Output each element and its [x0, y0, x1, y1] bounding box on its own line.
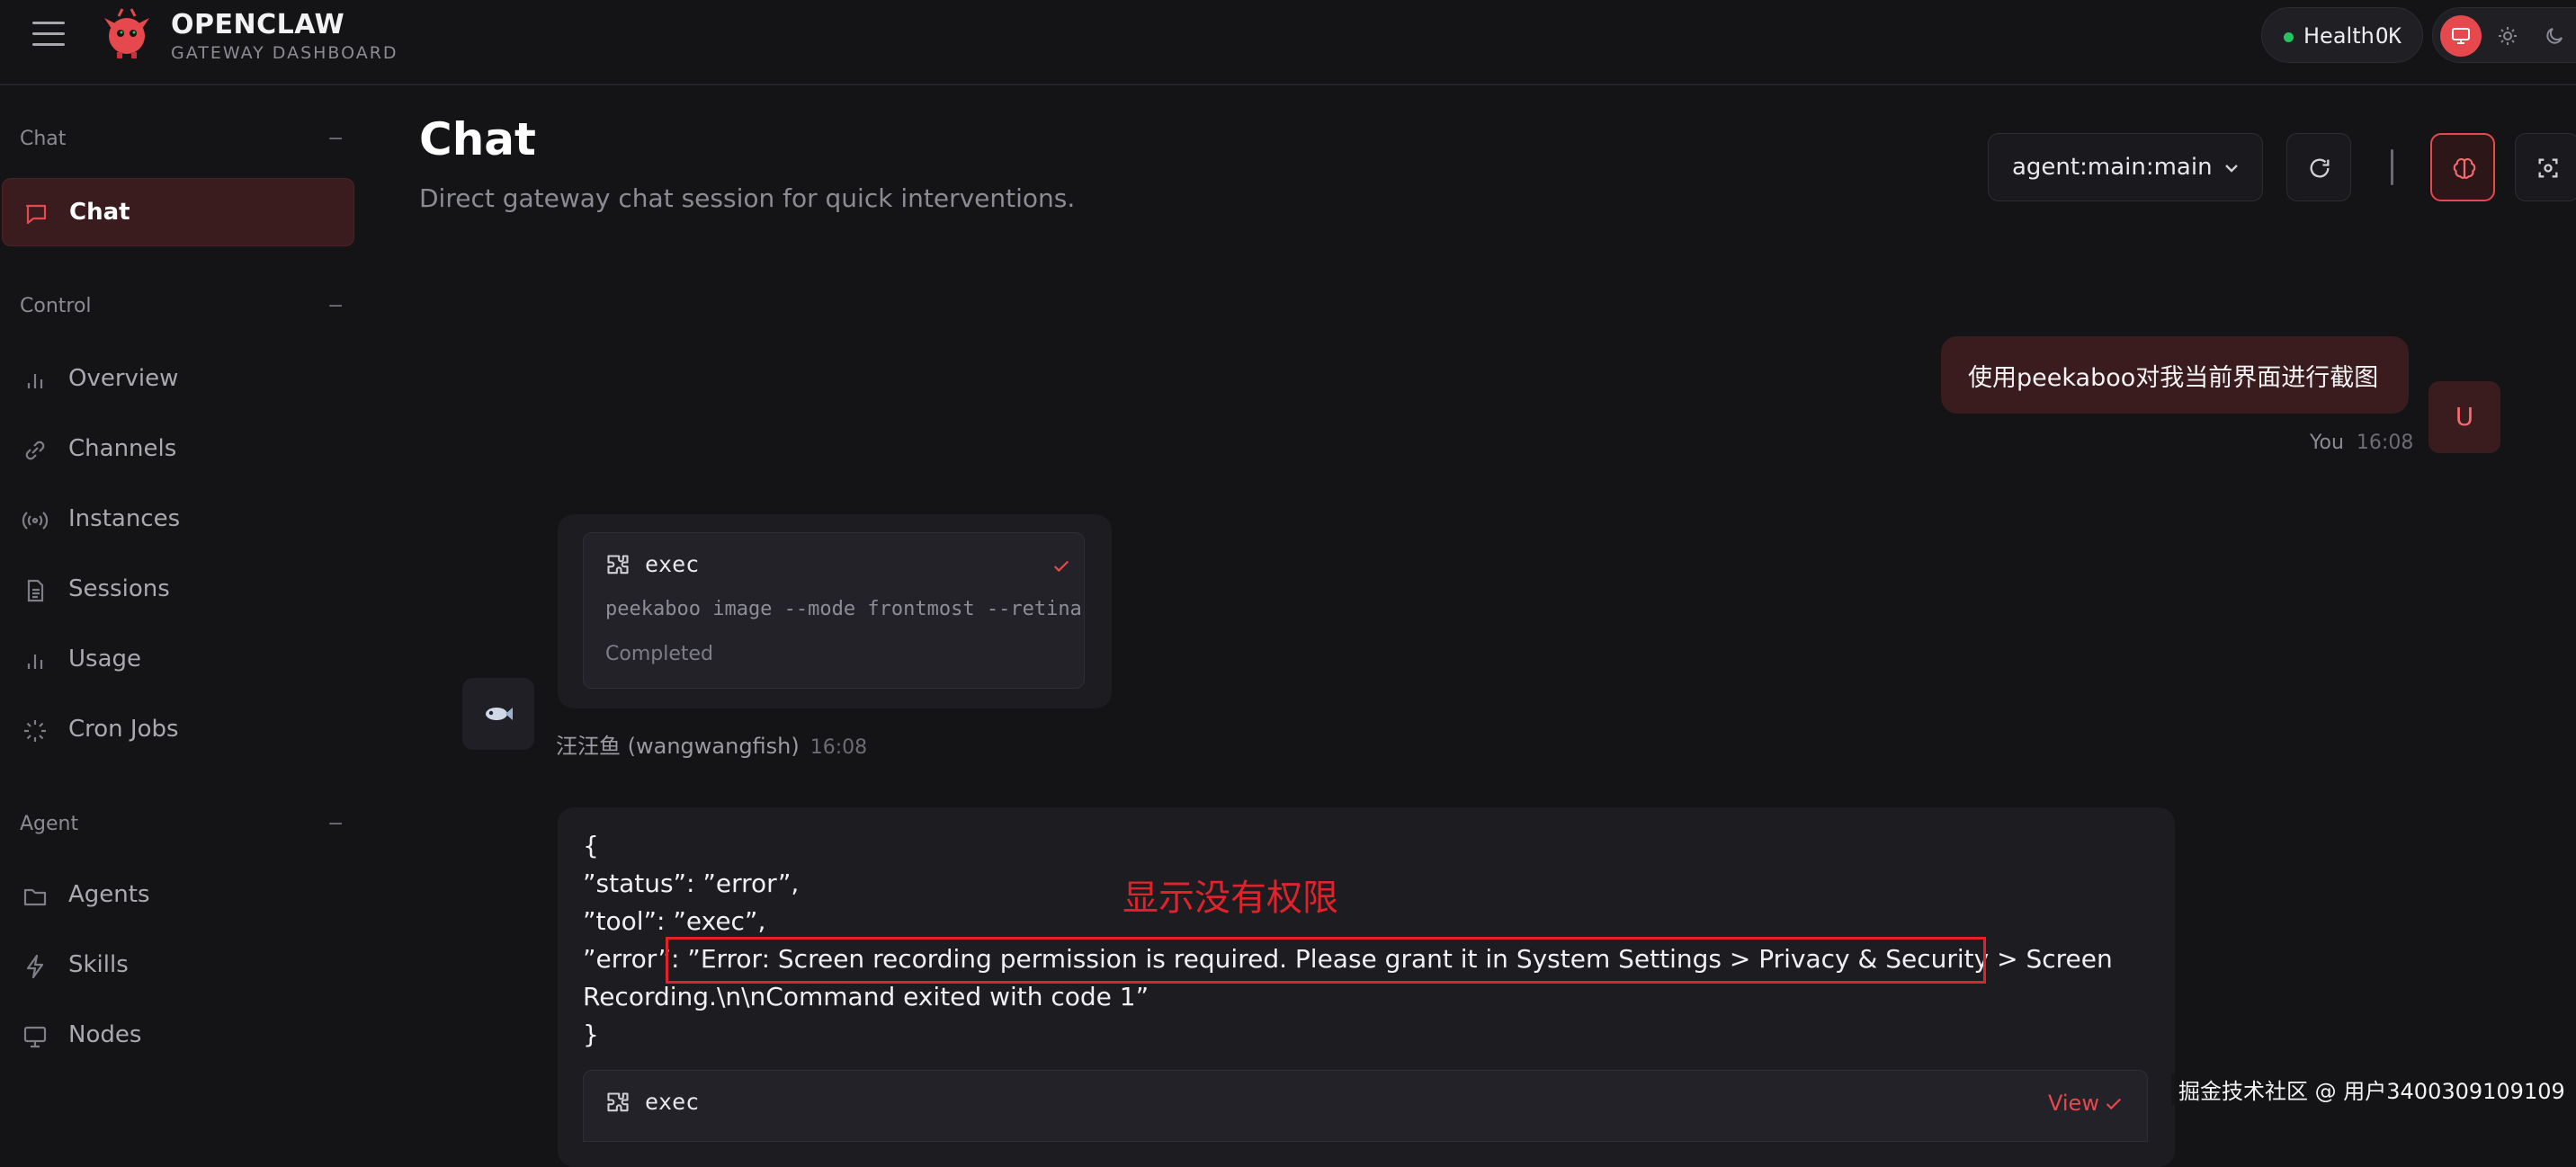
- refresh-icon: [2310, 158, 2330, 178]
- tool-name: exec: [645, 1089, 700, 1115]
- zap-icon: [26, 954, 44, 979]
- section-title-agent[interactable]: Agent: [20, 813, 78, 835]
- sidebar-item-label: Channels: [68, 435, 177, 462]
- annotation-highlight-box: [666, 937, 1986, 984]
- result-line: }: [583, 1020, 599, 1049]
- assistant-message-bubble: exec peekaboo image --mode frontmost --r…: [558, 514, 1112, 708]
- sidebar-item-label: Sessions: [68, 575, 170, 602]
- moon-icon: [2546, 28, 2563, 44]
- tool-command: peekaboo image --mode frontmost --retina: [605, 598, 1082, 620]
- tool-name: exec: [645, 551, 700, 577]
- folder-icon: [23, 888, 47, 906]
- sidebar-item-sessions[interactable]: Sessions: [2, 556, 354, 624]
- user-avatar: U: [2428, 381, 2500, 453]
- brand-title: OPENCLAW: [171, 9, 345, 40]
- page-subtitle: Direct gateway chat session for quick in…: [419, 183, 1076, 213]
- file-icon: [27, 579, 44, 602]
- sidebar-item-label: Instances: [68, 505, 181, 532]
- thinking-toggle-button[interactable]: [2430, 133, 2495, 201]
- collapse-agent-icon[interactable]: −: [327, 813, 344, 835]
- chevron-down-icon: [2225, 165, 2238, 173]
- sidebar-item-label: Agents: [68, 881, 150, 908]
- sidebar-item-skills[interactable]: Skills: [2, 931, 354, 1000]
- refresh-button[interactable]: [2286, 133, 2351, 201]
- sidebar-item-channels[interactable]: Channels: [2, 415, 354, 484]
- watermark: 掘金技术社区 @ 用户3400309109109: [2171, 1073, 2572, 1105]
- sidebar-item-overview[interactable]: Overview: [2, 345, 354, 414]
- user-message-text: 使用peekaboo对我当前界面进行截图: [1968, 364, 2379, 392]
- result-line: {: [583, 831, 599, 860]
- view-link[interactable]: View: [2048, 1091, 2099, 1116]
- result-line: ”status”: ”error”,: [583, 869, 800, 898]
- assistant-sender-name: 汪汪鱼 (wangwangfish): [556, 734, 800, 759]
- user-message-bubble: 使用peekaboo对我当前界面进行截图: [1941, 336, 2409, 414]
- bar-chart-icon: [27, 655, 43, 669]
- radio-icon: [22, 512, 49, 530]
- result-line: ”tool”: ”exec”,: [583, 906, 766, 936]
- sidebar-item-chat[interactable]: Chat: [2, 178, 354, 246]
- sidebar: Chat − Chat Control − Overview Channels …: [0, 86, 360, 1129]
- sidebar-item-instances[interactable]: Instances: [2, 486, 354, 554]
- loader-icon: [24, 720, 46, 742]
- monitor-icon: [2452, 28, 2470, 44]
- puzzle-icon: [607, 555, 629, 575]
- menu-icon[interactable]: [32, 22, 65, 49]
- fish-icon: [486, 708, 513, 720]
- toolbar-divider: [2391, 149, 2393, 185]
- user-message-meta: You 16:08: [2310, 432, 2413, 454]
- theme-dark-button[interactable]: [2534, 15, 2575, 57]
- health-value: OK: [2375, 23, 2402, 49]
- sidebar-item-label: Nodes: [68, 1021, 142, 1048]
- focus-mode-button[interactable]: [2515, 133, 2576, 201]
- health-label: Health: [2303, 23, 2375, 49]
- theme-switcher: [2432, 7, 2576, 63]
- health-status-badge[interactable]: Health OK: [2261, 7, 2423, 63]
- brand-subtitle: GATEWAY DASHBOARD: [171, 43, 398, 63]
- assistant-message-meta: 汪汪鱼 (wangwangfish) 16:08: [556, 728, 867, 760]
- section-title-chat[interactable]: Chat: [20, 128, 66, 150]
- sidebar-item-usage[interactable]: Usage: [2, 626, 354, 694]
- collapse-control-icon[interactable]: −: [327, 295, 344, 317]
- tool-call-card[interactable]: exec peekaboo image --mode frontmost --r…: [583, 532, 1085, 689]
- session-select-value: agent:main:main: [2012, 154, 2213, 181]
- assistant-message-time: 16:08: [809, 736, 868, 759]
- top-bar: OPENCLAW GATEWAY DASHBOARD Health OK: [0, 0, 2576, 85]
- focus-icon: [2538, 158, 2558, 178]
- link-icon: [25, 441, 45, 460]
- section-title-control[interactable]: Control: [20, 295, 92, 317]
- theme-light-button[interactable]: [2487, 15, 2528, 57]
- brain-icon: [2453, 158, 2476, 179]
- sun-icon: [2499, 27, 2517, 45]
- check-icon: [2106, 1098, 2122, 1110]
- check-icon: [1053, 560, 1069, 573]
- chat-icon: [25, 204, 47, 225]
- theme-system-button[interactable]: [2440, 15, 2482, 57]
- sidebar-item-nodes[interactable]: Nodes: [2, 1002, 354, 1070]
- user-sender-name: You: [2310, 432, 2344, 454]
- exec-tool-card[interactable]: exec View: [583, 1070, 2148, 1142]
- annotation-label: 显示没有权限: [1123, 877, 1338, 919]
- sidebar-item-label: Overview: [68, 365, 179, 392]
- sidebar-item-cron-jobs[interactable]: Cron Jobs: [2, 696, 354, 764]
- health-dot-icon: [2284, 32, 2294, 42]
- sidebar-item-agents[interactable]: Agents: [2, 861, 354, 930]
- sidebar-item-label: Usage: [68, 646, 142, 673]
- page-title: Chat: [419, 113, 536, 165]
- user-message-time: 16:08: [2356, 432, 2414, 454]
- sidebar-item-label: Chat: [69, 199, 130, 226]
- collapse-chat-icon[interactable]: −: [327, 128, 344, 150]
- result-line: Recording.\n\nCommand exited with code 1…: [583, 982, 1149, 1011]
- sidebar-item-label: Skills: [68, 951, 129, 978]
- puzzle-icon: [607, 1092, 629, 1112]
- assistant-avatar: [462, 678, 534, 750]
- openclaw-logo-icon: [104, 8, 149, 58]
- tool-status: Completed: [605, 643, 713, 665]
- session-select[interactable]: agent:main:main: [1988, 133, 2263, 201]
- bar-chart-icon: [27, 374, 43, 388]
- sidebar-item-label: Cron Jobs: [68, 716, 179, 743]
- monitor-icon: [23, 1026, 47, 1048]
